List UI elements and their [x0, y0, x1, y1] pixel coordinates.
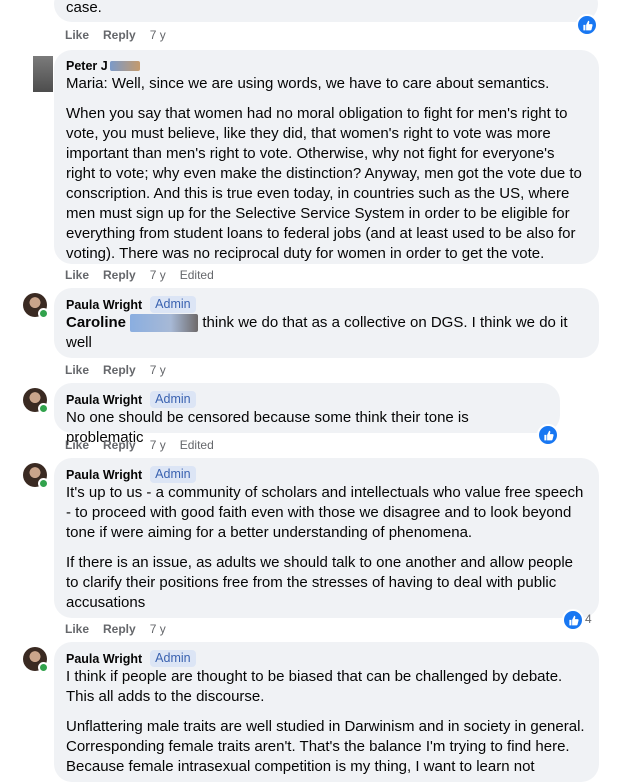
- author-name[interactable]: Paula Wright: [66, 297, 142, 313]
- comment-actions: Like Reply 7 y: [65, 28, 180, 42]
- edited-label[interactable]: Edited: [180, 438, 214, 452]
- comment-bubble: Paula Wright Admin No one should be cens…: [54, 383, 560, 446]
- comment-actions: Like Reply 7 y: [65, 622, 180, 636]
- redaction: [130, 314, 199, 333]
- reaction-count[interactable]: 4: [585, 612, 592, 626]
- author-name[interactable]: Peter J: [66, 58, 108, 74]
- admin-badge[interactable]: Admin: [150, 650, 196, 667]
- reply-button[interactable]: Reply: [103, 363, 136, 377]
- comment-author[interactable]: Paula Wright Admin: [66, 466, 587, 483]
- avatar[interactable]: [23, 463, 49, 489]
- reply-button[interactable]: Reply: [103, 28, 136, 42]
- like-button[interactable]: Like: [65, 622, 89, 636]
- edited-label[interactable]: Edited: [180, 268, 214, 282]
- redaction: [109, 61, 140, 71]
- online-dot-icon: [38, 662, 49, 673]
- comment-bubble: case.: [54, 0, 598, 22]
- avatar[interactable]: [33, 56, 53, 92]
- comment-author[interactable]: Peter J: [66, 58, 587, 74]
- comment-author[interactable]: Paula Wright Admin: [66, 650, 587, 667]
- author-name[interactable]: Paula Wright: [66, 467, 142, 483]
- comment-bubble: Paula Wright Admin I think if people are…: [54, 642, 599, 782]
- comment-actions: Like Reply 7 y Edited: [65, 438, 228, 452]
- avatar[interactable]: [23, 388, 49, 414]
- reply-button[interactable]: Reply: [103, 622, 136, 636]
- online-dot-icon: [38, 403, 49, 414]
- comment-paragraph: It's up to us - a community of scholars …: [66, 484, 584, 541]
- comment-age[interactable]: 7 y: [150, 268, 166, 282]
- comment-paragraph: Unflattering male traits are well studie…: [66, 718, 585, 755]
- comment-author[interactable]: Paula Wright Admin: [66, 296, 587, 313]
- like-button[interactable]: Like: [65, 268, 89, 282]
- admin-badge[interactable]: Admin: [150, 391, 196, 408]
- comment-bubble: Paula Wright Admin It's up to us - a com…: [54, 458, 599, 618]
- online-dot-icon: [38, 478, 49, 489]
- comment-age[interactable]: 7 y: [150, 622, 166, 636]
- admin-badge[interactable]: Admin: [150, 296, 196, 313]
- like-button[interactable]: Like: [65, 363, 89, 377]
- comment-paragraph: If there is an issue, as adults we shoul…: [66, 554, 573, 611]
- reply-button[interactable]: Reply: [103, 268, 136, 282]
- comment-paragraph: Maria: Well, since we are using words, w…: [66, 75, 550, 92]
- comment-author[interactable]: Paula Wright Admin: [66, 391, 548, 408]
- comment-age[interactable]: 7 y: [150, 363, 166, 377]
- thumbs-up-icon[interactable]: [537, 424, 559, 446]
- reply-button[interactable]: Reply: [103, 438, 136, 452]
- like-button[interactable]: Like: [65, 438, 89, 452]
- comment-paragraph: Because female intrasexual competition i…: [66, 758, 535, 775]
- author-name[interactable]: Paula Wright: [66, 392, 142, 408]
- comment-bubble: Paula Wright Admin Caroline think we do …: [54, 288, 599, 358]
- avatar[interactable]: [23, 293, 49, 319]
- mention-link[interactable]: Caroline: [66, 314, 126, 331]
- thumbs-up-icon[interactable]: [576, 14, 598, 36]
- comment-text: case.: [66, 0, 102, 16]
- comment-text: Caroline think we do that as a collectiv…: [66, 313, 587, 353]
- thumbs-up-icon[interactable]: [562, 609, 584, 631]
- author-name[interactable]: Paula Wright: [66, 651, 142, 667]
- admin-badge[interactable]: Admin: [150, 466, 196, 483]
- comment-paragraph: I think if people are thought to be bias…: [66, 668, 563, 705]
- like-button[interactable]: Like: [65, 28, 89, 42]
- comment-actions: Like Reply 7 y Edited: [65, 268, 228, 282]
- comment-paragraph: When you say that women had no moral obl…: [66, 105, 582, 262]
- comment-bubble: Peter J Maria: Well, since we are using …: [54, 50, 599, 264]
- comment-actions: Like Reply 7 y: [65, 363, 180, 377]
- comment-age[interactable]: 7 y: [150, 28, 166, 42]
- online-dot-icon: [38, 308, 49, 319]
- comment-age[interactable]: 7 y: [150, 438, 166, 452]
- avatar[interactable]: [23, 647, 49, 673]
